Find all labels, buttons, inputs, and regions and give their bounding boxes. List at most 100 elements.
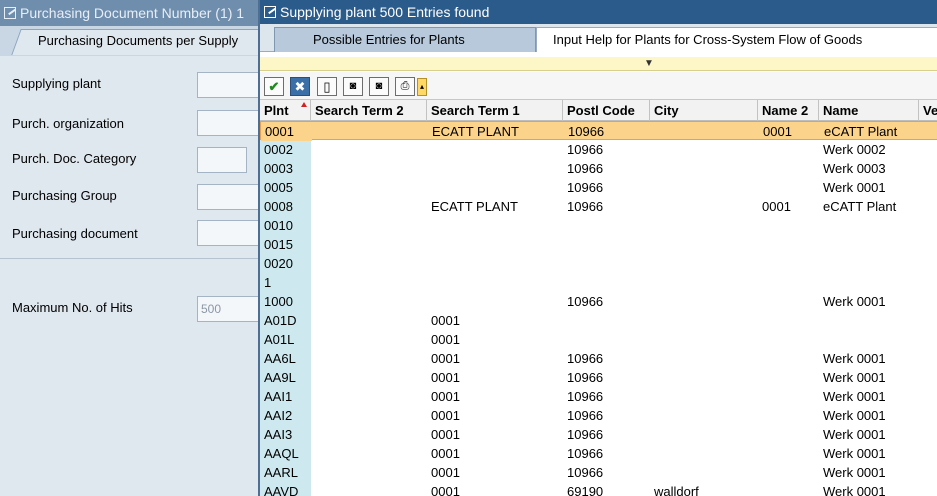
table-row[interactable]: 0001 ECATT PLANT 10966 0001 eCATT Plant — [260, 121, 937, 141]
dialog-icon — [4, 7, 16, 19]
purch-organization-field[interactable] — [197, 110, 267, 136]
cell-search-term-1: 0001 — [431, 408, 460, 423]
cell-search-term-2 — [311, 292, 427, 311]
cell-postl-code: 10966 — [567, 408, 604, 423]
table-row[interactable]: 0005 10966 Werk 0001 — [260, 178, 937, 197]
maximum-hits-label: Maximum No. of Hits — [12, 300, 133, 315]
section-divider — [0, 258, 260, 259]
table-row[interactable]: A01D 0001 — [260, 311, 937, 330]
tab-possible-entries-plants[interactable]: Possible Entries for Plants — [274, 27, 536, 52]
table-row[interactable]: AAVD 0001 69190 walldorf Werk 0001 — [260, 482, 937, 496]
cell-search-term-2 — [311, 273, 427, 292]
cell-name-2: 0001 — [762, 199, 791, 214]
cell-postl-code — [563, 311, 650, 330]
table-row[interactable]: AA6L 0001 10966 Werk 0001 — [260, 349, 937, 368]
cell-name-2 — [758, 159, 819, 178]
cell-search-term-2 — [311, 216, 427, 235]
find-icon[interactable]: ◙ — [343, 77, 363, 96]
column-header-city[interactable]: City — [650, 100, 758, 121]
table-row[interactable]: 0020 — [260, 254, 937, 273]
cell-search-term-1: 0001 — [431, 332, 460, 347]
table-row[interactable]: 0008 ECATT PLANT 10966 0001 eCATT Plant — [260, 197, 937, 216]
cell-plnt: 0003 — [264, 161, 293, 176]
table-row[interactable]: AAI2 0001 10966 Werk 0001 — [260, 406, 937, 425]
table-row[interactable]: AARL 0001 10966 Werk 0001 — [260, 463, 937, 482]
cell-name-2 — [758, 273, 819, 292]
table-row[interactable]: 1000 10966 Werk 0001 — [260, 292, 937, 311]
checkmark-icon[interactable]: ✔ — [264, 77, 284, 96]
cell-name — [819, 235, 919, 254]
cell-name-2: 0001 — [763, 124, 792, 139]
table-row[interactable]: AAI3 0001 10966 Werk 0001 — [260, 425, 937, 444]
column-header-ve[interactable]: Ve — [919, 100, 937, 121]
cell-postl-code: 69190 — [567, 484, 604, 496]
cell-search-term-1 — [427, 292, 563, 311]
cancel-icon[interactable]: ✖ — [290, 77, 310, 96]
column-header-name-2[interactable]: Name 2 — [758, 100, 819, 121]
supplying-plant-field[interactable] — [197, 72, 267, 98]
cell-name-2 — [758, 292, 819, 311]
column-header-name[interactable]: Name — [819, 100, 919, 121]
cell-search-term-1: ECATT PLANT — [432, 124, 519, 139]
table-row[interactable]: 0003 10966 Werk 0003 — [260, 159, 937, 178]
selection-criteria-toggle-bar[interactable] — [260, 57, 937, 71]
cell-name — [819, 311, 919, 330]
table-row[interactable]: 0015 — [260, 235, 937, 254]
purchasing-document-field[interactable] — [197, 220, 267, 246]
dialog-icon — [264, 6, 276, 18]
cell-postl-code — [563, 330, 650, 349]
cell-search-term-1: ECATT PLANT — [431, 199, 518, 214]
popup-title-text: Supplying plant 500 Entries found — [280, 4, 490, 20]
cell-name-2 — [758, 140, 819, 159]
purchasing-group-field[interactable] — [197, 184, 267, 210]
cell-postl-code: 10966 — [567, 142, 604, 157]
find-next-icon[interactable]: ◙ — [369, 77, 389, 96]
cell-postl-code: 10966 — [567, 199, 604, 214]
table-row[interactable]: AAI1 0001 10966 Werk 0001 — [260, 387, 937, 406]
column-header-search-term-2[interactable]: Search Term 2 — [311, 100, 427, 121]
cell-name-2 — [758, 311, 819, 330]
cell-name-2 — [758, 254, 819, 273]
column-header-postl-code[interactable]: Postl Code — [563, 100, 650, 121]
maximum-hits-field[interactable]: 500 — [197, 296, 267, 322]
table-row[interactable]: A01L 0001 — [260, 330, 937, 349]
table-row[interactable]: AAQL 0001 10966 Werk 0001 — [260, 444, 937, 463]
cell-name: eCATT Plant — [824, 124, 898, 139]
cell-postl-code: 10966 — [568, 124, 605, 139]
cell-name-2 — [758, 349, 819, 368]
table-row[interactable]: 0010 — [260, 216, 937, 235]
purchasing-group-label: Purchasing Group — [12, 188, 117, 203]
print-icon[interactable]: ⎙ — [395, 77, 415, 96]
cell-postl-code: 10966 — [567, 389, 604, 404]
cell-name — [819, 330, 919, 349]
cell-search-term-2 — [311, 349, 427, 368]
table-row[interactable]: AA9L 0001 10966 Werk 0001 — [260, 368, 937, 387]
tab-input-help-cross-system[interactable]: Input Help for Plants for Cross-System F… — [536, 27, 937, 52]
cell-city — [650, 197, 758, 216]
purch-doc-category-field[interactable] — [197, 147, 247, 173]
cell-plnt: A01L — [264, 332, 295, 347]
cell-name: Werk 0001 — [823, 446, 886, 461]
cell-postl-code: 10966 — [567, 351, 604, 366]
cell-plnt: 0002 — [264, 142, 293, 157]
cell-search-term-1: 0001 — [431, 465, 460, 480]
cell-search-term-2 — [311, 368, 427, 387]
column-header-search-term-1[interactable]: Search Term 1 — [427, 100, 563, 121]
cell-name-2 — [758, 482, 819, 496]
cell-plnt: AAVD — [264, 484, 299, 496]
cell-city — [650, 387, 758, 406]
table-row[interactable]: 0002 10966 Werk 0002 — [260, 140, 937, 159]
supplying-plant-label: Supplying plant — [12, 76, 101, 91]
expand-arrow-icon[interactable]: ▼ — [644, 58, 654, 69]
cell-search-term-2 — [311, 311, 427, 330]
new-document-icon[interactable]: ▯ — [317, 77, 337, 96]
background-dialog-title-text: Purchasing Document Number (1) 1 — [20, 5, 245, 21]
menu-dropdown-icon[interactable]: ▴ — [417, 78, 427, 96]
table-row[interactable]: 1 — [260, 273, 937, 292]
popup-title: Supplying plant 500 Entries found — [260, 0, 937, 24]
cell-city — [650, 273, 758, 292]
cell-search-term-2 — [311, 482, 427, 496]
cell-postl-code — [563, 273, 650, 292]
cell-name-2 — [758, 178, 819, 197]
cell-plnt: AA6L — [264, 351, 296, 366]
